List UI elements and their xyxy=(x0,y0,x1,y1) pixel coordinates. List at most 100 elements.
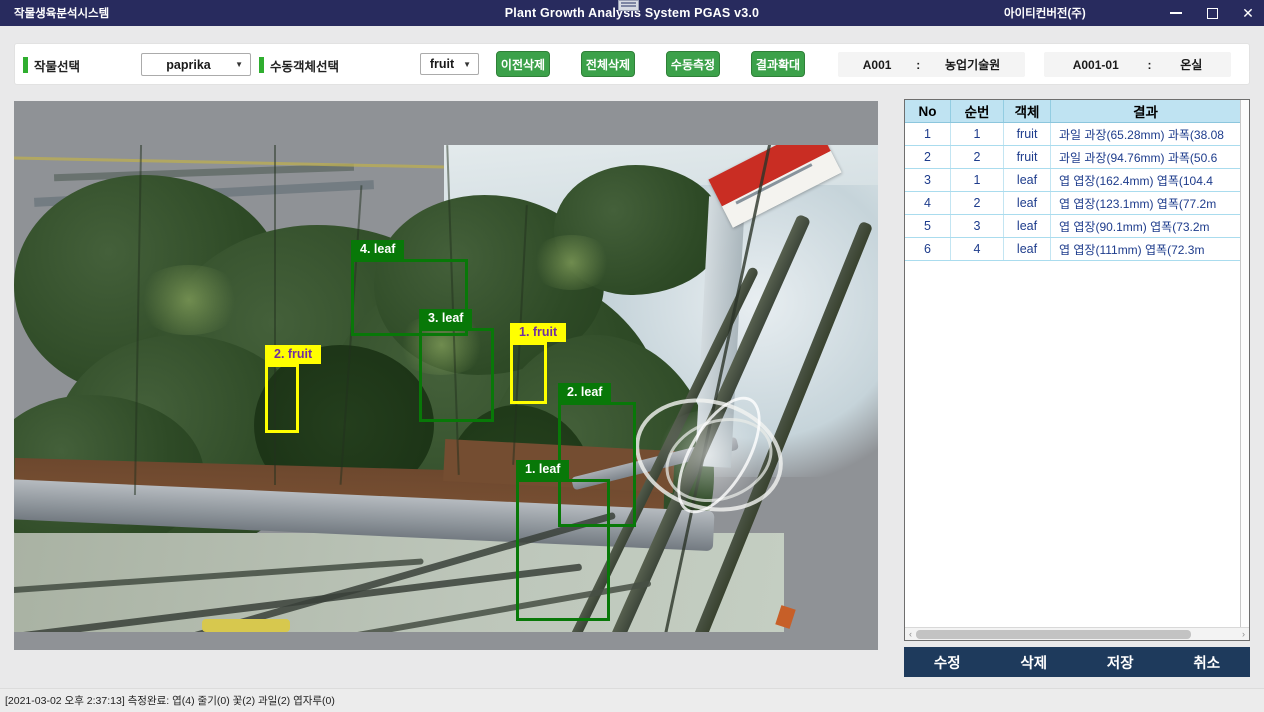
annotation-box[interactable] xyxy=(516,479,610,621)
table-cell: 2 xyxy=(951,192,1004,214)
edit-button[interactable]: 수정 xyxy=(924,650,971,675)
table-header: 결과 xyxy=(1051,100,1240,122)
site-code: A001 xyxy=(863,58,892,72)
table-cell: 1 xyxy=(951,123,1004,145)
table-row[interactable]: 53leaf엽 엽장(90.1mm) 엽폭(73.2m xyxy=(905,215,1240,238)
table-cell: 6 xyxy=(905,238,951,260)
table-cell: leaf xyxy=(1004,238,1051,260)
delete-previous-button[interactable]: 이전삭제 xyxy=(496,51,550,77)
table-row[interactable]: 11fruit과일 과장(65.28mm) 과폭(38.08 xyxy=(905,123,1240,146)
annotation-label: 3. leaf xyxy=(419,309,472,328)
photo-decor xyxy=(54,164,354,181)
results-table: No순번객체결과 11fruit과일 과장(65.28mm) 과폭(38.082… xyxy=(904,99,1250,641)
house-info-field: A001-01 : 온실 xyxy=(1044,52,1231,77)
twine xyxy=(634,400,784,510)
scroll-left-icon[interactable]: ‹ xyxy=(905,628,916,640)
cancel-button[interactable]: 취소 xyxy=(1183,650,1230,675)
table-cell: 3 xyxy=(951,215,1004,237)
minimize-icon xyxy=(1170,12,1182,14)
crop-select-label: 작물선택 xyxy=(34,44,80,86)
table-row[interactable]: 22fruit과일 과장(94.76mm) 과폭(50.6 xyxy=(905,146,1240,169)
photo-decor xyxy=(529,235,614,290)
scroll-right-icon[interactable]: › xyxy=(1238,628,1249,640)
table-cell: 4 xyxy=(905,192,951,214)
site-name: 농업기술원 xyxy=(945,56,1000,73)
manual-object-dropdown[interactable]: fruit ▼ xyxy=(420,53,479,75)
table-cell: 엽 엽장(111mm) 엽폭(72.3m xyxy=(1051,238,1240,260)
table-cell: 과일 과장(94.76mm) 과폭(50.6 xyxy=(1051,146,1240,168)
table-cell: fruit xyxy=(1004,123,1051,145)
horizontal-scrollbar[interactable]: ‹ › xyxy=(905,627,1249,640)
table-cell: 엽 엽장(90.1mm) 엽폭(73.2m xyxy=(1051,215,1240,237)
annotation-box[interactable] xyxy=(419,328,494,422)
toolbar: 작물선택 paprika ▼ 수동객체선택 fruit ▼ 이전삭제 전체삭제 수동… xyxy=(14,43,1250,85)
table-body: 11fruit과일 과장(65.28mm) 과폭(38.0822fruit과일 … xyxy=(905,123,1249,261)
delete-button[interactable]: 삭제 xyxy=(1010,650,1057,675)
manual-select-accent xyxy=(259,57,264,73)
manual-measure-button[interactable]: 수동측정 xyxy=(666,51,720,77)
title-bar: 작물생육분석시스템 Plant Growth Analysis System P… xyxy=(0,0,1264,26)
photo-decor xyxy=(274,145,276,485)
table-cell: 1 xyxy=(905,123,951,145)
table-cell: leaf xyxy=(1004,169,1051,191)
table-header-row: No순번객체결과 xyxy=(905,100,1240,123)
status-bar: [2021-03-02 오후 2:37:13] 측정완료: 엽(4) 줄기(0)… xyxy=(0,688,1264,712)
annotation-box[interactable] xyxy=(510,342,547,404)
vertical-scrollbar[interactable] xyxy=(1240,100,1249,627)
table-header: 순번 xyxy=(951,100,1004,122)
house-code: A001-01 xyxy=(1073,58,1119,72)
table-cell: 2 xyxy=(951,146,1004,168)
annotation-box[interactable] xyxy=(265,364,299,433)
window-controls: ✕ xyxy=(1168,0,1256,26)
photo-decor xyxy=(134,265,244,335)
manual-select-label: 수동객체선택 xyxy=(270,44,339,86)
manual-object-value: fruit xyxy=(421,57,463,71)
site-separator: : xyxy=(916,58,920,72)
table-cell: 5 xyxy=(905,215,951,237)
photo-panel: 4. leaf 3. leaf 1. fruit 2. fruit 2. leaf 1. … xyxy=(14,101,878,650)
table-row[interactable]: 64leaf엽 엽장(111mm) 엽폭(72.3m xyxy=(905,238,1240,261)
annotation-label: 4. leaf xyxy=(351,240,404,259)
crop-select-value: paprika xyxy=(142,58,235,72)
action-bar: 수정 삭제 저장 취소 xyxy=(904,647,1250,677)
table-cell: 4 xyxy=(951,238,1004,260)
annotation-label: 1. fruit xyxy=(510,323,566,342)
table-cell: 2 xyxy=(905,146,951,168)
table-cell: leaf xyxy=(1004,215,1051,237)
annotation-label: 1. leaf xyxy=(516,460,569,479)
company-name: 아이티컨버전(주) xyxy=(1004,0,1086,26)
house-name: 온실 xyxy=(1180,56,1202,73)
toolbar-buttons: 이전삭제 전체삭제 수동측정 결과확대 xyxy=(496,51,805,77)
table-header: 객체 xyxy=(1004,100,1051,122)
scrollbar-thumb[interactable] xyxy=(916,630,1191,639)
house-separator: : xyxy=(1147,58,1151,72)
annotation-label: 2. leaf xyxy=(558,383,611,402)
crop-select-dropdown[interactable]: paprika ▼ xyxy=(141,53,251,76)
delete-all-button[interactable]: 전체삭제 xyxy=(581,51,635,77)
chevron-down-icon: ▼ xyxy=(463,60,478,69)
maximize-button[interactable] xyxy=(1204,5,1220,21)
table-cell: 1 xyxy=(951,169,1004,191)
status-text: [2021-03-02 오후 2:37:13] 측정완료: 엽(4) 줄기(0)… xyxy=(5,693,335,708)
table-cell: 과일 과장(65.28mm) 과폭(38.08 xyxy=(1051,123,1240,145)
table-header: No xyxy=(905,100,951,122)
photo-decor xyxy=(14,156,444,168)
minimize-button[interactable] xyxy=(1168,5,1184,21)
zoom-result-button[interactable]: 결과확대 xyxy=(751,51,805,77)
photo-decor xyxy=(202,619,290,632)
annotation-label: 2. fruit xyxy=(265,345,321,364)
save-button[interactable]: 저장 xyxy=(1097,650,1144,675)
chevron-down-icon: ▼ xyxy=(235,60,250,69)
crop-select-accent xyxy=(23,57,28,73)
close-button[interactable]: ✕ xyxy=(1240,5,1256,21)
table-cell: fruit xyxy=(1004,146,1051,168)
table-cell: 엽 엽장(162.4mm) 엽폭(104.4 xyxy=(1051,169,1240,191)
table-row[interactable]: 42leaf엽 엽장(123.1mm) 엽폭(77.2m xyxy=(905,192,1240,215)
table-row[interactable]: 31leaf엽 엽장(162.4mm) 엽폭(104.4 xyxy=(905,169,1240,192)
plant-photo[interactable]: 4. leaf 3. leaf 1. fruit 2. fruit 2. leaf 1. … xyxy=(14,145,878,632)
table-cell: leaf xyxy=(1004,192,1051,214)
table-cell: 3 xyxy=(905,169,951,191)
app-icon xyxy=(618,0,639,11)
site-info-field: A001 : 농업기술원 xyxy=(838,52,1025,77)
maximize-icon xyxy=(1207,8,1218,19)
